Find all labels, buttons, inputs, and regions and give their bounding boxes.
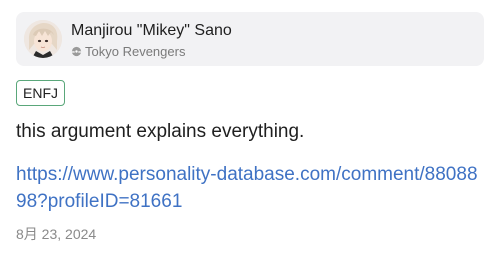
profile-category-label: Tokyo Revengers	[85, 44, 186, 59]
category-circle-icon	[71, 46, 82, 57]
profile-name[interactable]: Manjirou "Mikey" Sano	[71, 22, 232, 40]
personality-type-badge[interactable]: ENFJ	[16, 80, 65, 106]
profile-card[interactable]: Manjirou "Mikey" Sano Tokyo Revengers	[16, 12, 484, 66]
avatar[interactable]	[24, 20, 62, 58]
comment-link[interactable]: https://www.personality-database.com/com…	[16, 161, 486, 215]
character-avatar-icon	[24, 20, 62, 58]
profile-category[interactable]: Tokyo Revengers	[71, 44, 185, 59]
comment-text: this argument explains everything.	[16, 121, 305, 142]
comment-date: 8月 23, 2024	[16, 226, 97, 242]
